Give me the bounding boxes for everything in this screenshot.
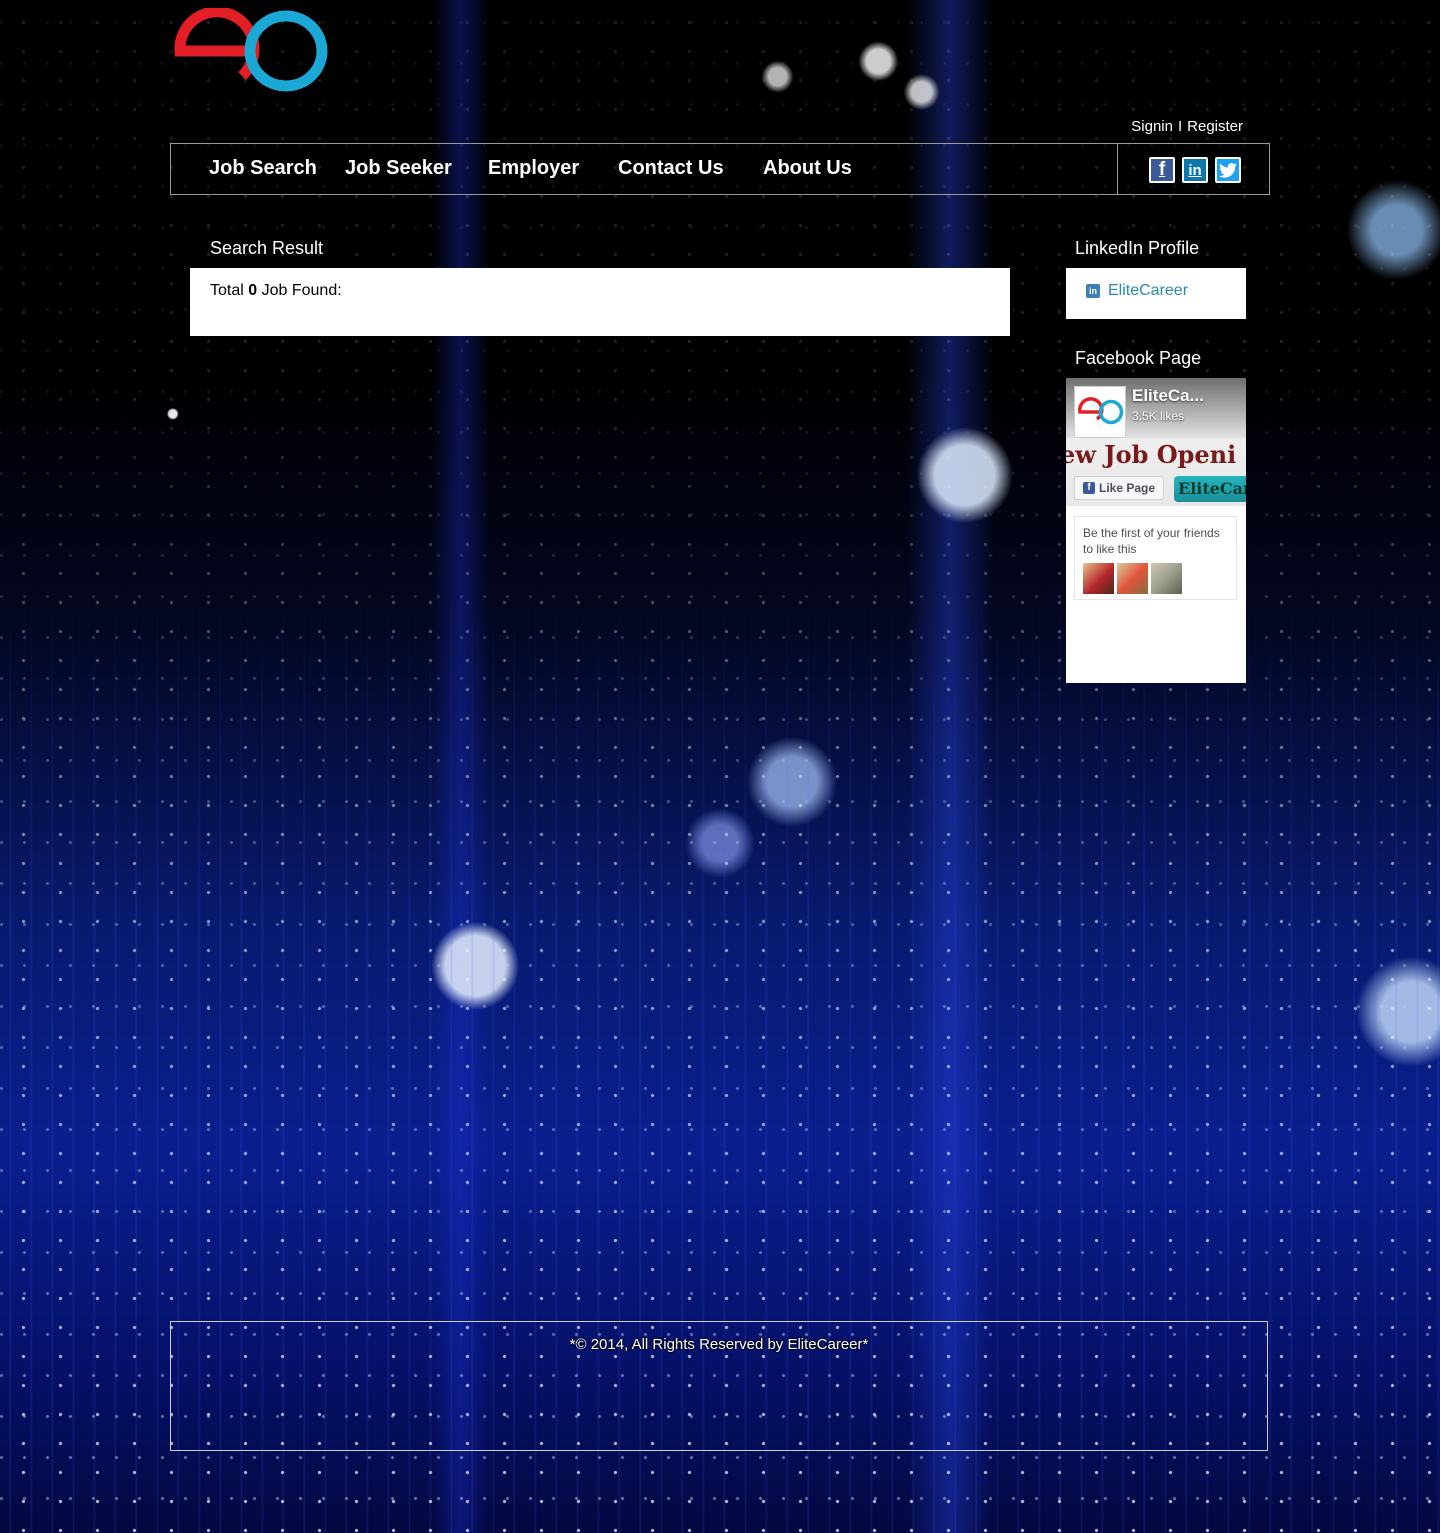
nav-employer[interactable]: Employer bbox=[488, 157, 579, 180]
facebook-like-page-button[interactable]: f Like Page bbox=[1074, 476, 1164, 500]
facebook-icon[interactable]: f bbox=[1149, 157, 1175, 183]
search-result-title: Search Result bbox=[210, 238, 324, 258]
friend-avatar[interactable] bbox=[1117, 563, 1148, 594]
footer: *© 2014, All Rights Reserved by EliteCar… bbox=[170, 1321, 1268, 1451]
facebook-likes-count: 3.5K likes bbox=[1132, 409, 1185, 423]
facebook-page-widget: New Job Openi EliteCa... 3.5K likes f Li… bbox=[1066, 378, 1246, 683]
facebook-like-label: Like Page bbox=[1098, 481, 1156, 495]
nav-job-search[interactable]: Job Search bbox=[209, 157, 317, 180]
linkedin-profile-label: EliteCareer bbox=[1108, 282, 1189, 299]
facebook-friends-box: Be the first of your friends to like thi… bbox=[1074, 516, 1237, 600]
auth-separator: I bbox=[1177, 118, 1183, 135]
results-suffix: Job Found: bbox=[261, 282, 342, 299]
results-count: 0 bbox=[248, 282, 258, 299]
background-streaks bbox=[0, 0, 1440, 1533]
results-prefix: Total bbox=[210, 282, 244, 299]
search-results-panel: Total 0 Job Found: bbox=[190, 268, 1010, 336]
facebook-cover-tag: EliteCar bbox=[1174, 476, 1246, 502]
facebook-cover-image[interactable]: New Job Openi EliteCa... 3.5K likes f Li… bbox=[1066, 378, 1246, 506]
linkedin-profile-title: LinkedIn Profile bbox=[1075, 238, 1200, 258]
linkedin-profile-panel: in EliteCareer bbox=[1066, 268, 1246, 319]
main-navbar: Job Search Job Seeker Employer Contact U… bbox=[170, 143, 1270, 195]
linkedin-icon[interactable]: in bbox=[1182, 157, 1208, 183]
twitter-icon[interactable] bbox=[1215, 157, 1241, 183]
copyright-text: *© 2014, All Rights Reserved by EliteCar… bbox=[569, 1336, 869, 1353]
friend-avatar[interactable] bbox=[1151, 563, 1182, 594]
facebook-page-title: Facebook Page bbox=[1075, 348, 1202, 368]
facebook-page-name[interactable]: EliteCa... bbox=[1132, 386, 1204, 406]
nav-about-us[interactable]: About Us bbox=[763, 157, 852, 180]
friend-avatar[interactable] bbox=[1083, 563, 1114, 594]
facebook-friends-text: Be the first of your friends to like thi… bbox=[1083, 526, 1220, 556]
facebook-cover-text: New Job Openi bbox=[1066, 440, 1237, 469]
site-logo[interactable] bbox=[172, 6, 328, 94]
linkedin-profile-link[interactable]: in EliteCareer bbox=[1086, 282, 1188, 300]
signin-link[interactable]: Signin bbox=[1131, 118, 1173, 135]
background-sparkles bbox=[0, 0, 1440, 1533]
nav-contact-us[interactable]: Contact Us bbox=[618, 157, 724, 180]
linkedin-small-icon: in bbox=[1086, 284, 1100, 298]
register-link[interactable]: Register bbox=[1187, 118, 1243, 135]
nav-divider bbox=[1117, 144, 1118, 194]
facebook-page-avatar[interactable] bbox=[1074, 386, 1126, 438]
facebook-small-icon: f bbox=[1082, 482, 1095, 494]
auth-links: Signin I Register bbox=[1100, 118, 1243, 135]
nav-job-seeker[interactable]: Job Seeker bbox=[345, 157, 452, 180]
